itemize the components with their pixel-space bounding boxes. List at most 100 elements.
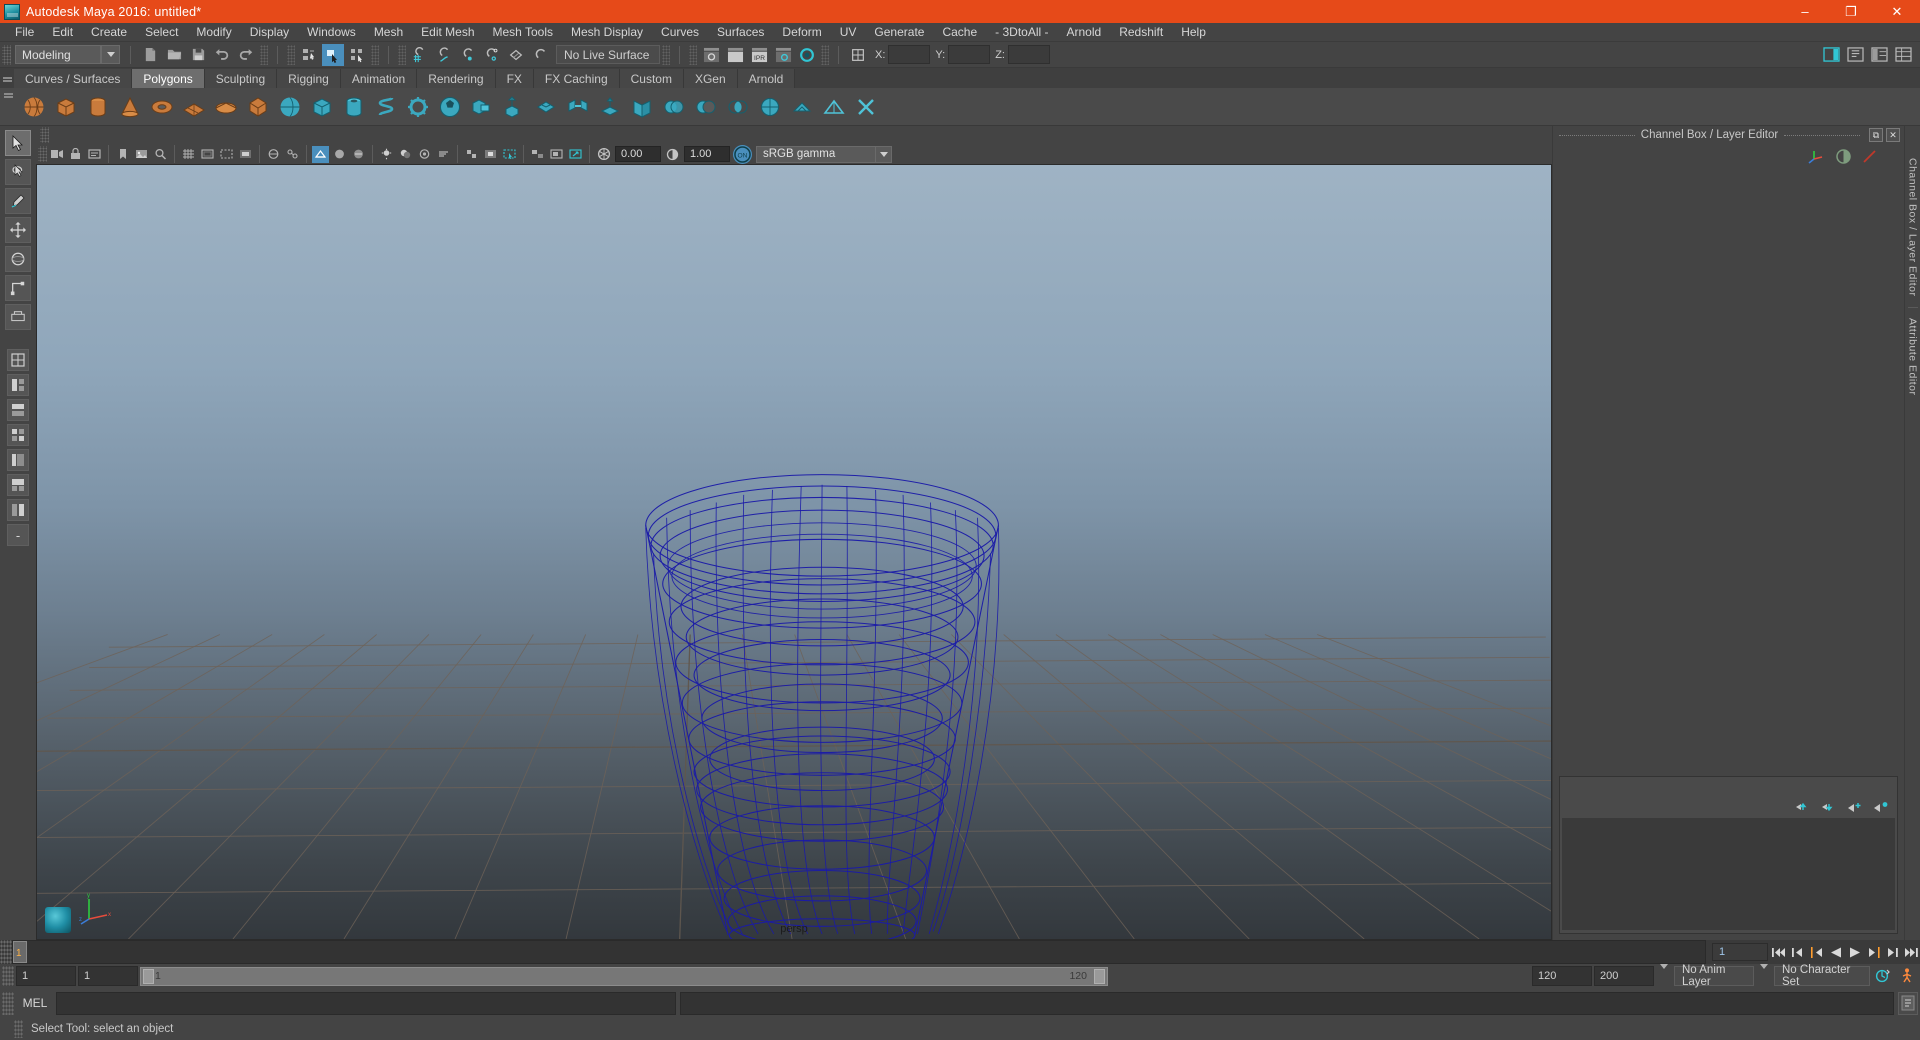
new-scene-icon[interactable] <box>139 44 161 66</box>
menu-edit[interactable]: Edit <box>43 23 82 42</box>
pipe-primitive-icon[interactable] <box>340 93 368 121</box>
shelf-tab-arnold[interactable]: Arnold <box>737 69 796 88</box>
menu-set-selector[interactable]: Modeling <box>15 45 120 64</box>
menu-generate[interactable]: Generate <box>865 23 933 42</box>
character-set-dropdown-arrow[interactable] <box>1760 964 1768 983</box>
command-input-field[interactable] <box>56 991 676 1015</box>
maximize-button[interactable]: ❐ <box>1828 0 1874 23</box>
select-by-hierarchy-icon[interactable] <box>298 44 320 66</box>
snap-to-projected-center-icon[interactable] <box>481 44 503 66</box>
select-tool-icon[interactable] <box>5 130 31 156</box>
close-icon[interactable]: ✕ <box>1886 128 1901 142</box>
screen-space-ao-icon[interactable] <box>416 146 433 163</box>
coord-x-field[interactable] <box>888 45 931 64</box>
render-view-icon[interactable] <box>700 44 722 66</box>
move-layer-up-icon[interactable] <box>1795 801 1811 813</box>
snap-to-curve-icon[interactable] <box>433 44 455 66</box>
coord-z-field[interactable] <box>1007 45 1050 64</box>
poly-combine-icon[interactable] <box>468 93 496 121</box>
toolbar-separator-grip-2[interactable] <box>287 44 295 65</box>
step-forward-frame-icon[interactable] <box>1865 944 1882 961</box>
select-camera-icon[interactable] <box>48 146 65 163</box>
menu-file[interactable]: File <box>6 23 43 42</box>
step-forward-keyframe-icon[interactable] <box>1884 944 1901 961</box>
multisample-icon[interactable] <box>463 146 480 163</box>
render-region-icon[interactable] <box>724 44 746 66</box>
cube-primitive-icon[interactable] <box>308 93 336 121</box>
gear-primitive-icon[interactable] <box>404 93 432 121</box>
sidebar-toggle-icon[interactable] <box>1820 44 1842 66</box>
playback-start-field[interactable]: 1 <box>78 966 138 986</box>
toolbar-separator-grip-7[interactable] <box>821 44 829 65</box>
current-frame-field[interactable]: 1 <box>1712 943 1768 961</box>
poly-disc-icon[interactable] <box>212 93 240 121</box>
layout-outliner-persp-icon[interactable] <box>7 449 29 471</box>
poly-wedge-icon[interactable] <box>628 93 656 121</box>
time-slider-grip[interactable] <box>0 940 12 964</box>
layout-three-panes-icon[interactable] <box>7 399 29 421</box>
shadows-icon[interactable] <box>397 146 414 163</box>
channel-box-icon[interactable] <box>1892 44 1914 66</box>
command-language-label[interactable]: MEL <box>18 996 52 1010</box>
smooth-shade-textured-icon[interactable] <box>350 146 367 163</box>
last-tool-used-icon[interactable] <box>5 304 31 330</box>
minimize-button[interactable]: – <box>1782 0 1828 23</box>
resolution-gate-icon[interactable] <box>218 146 235 163</box>
menu-arnold[interactable]: Arnold <box>1058 23 1111 42</box>
film-gate-icon[interactable] <box>199 146 216 163</box>
play-forwards-icon[interactable] <box>1846 944 1863 961</box>
poly-smooth-icon[interactable] <box>756 93 784 121</box>
live-surface-field[interactable]: No Live Surface <box>556 45 660 64</box>
step-back-keyframe-icon[interactable] <box>1789 944 1806 961</box>
poly-extrude-icon[interactable] <box>500 93 528 121</box>
menu-mesh[interactable]: Mesh <box>365 23 412 42</box>
color-management-selector[interactable]: sRGB gamma <box>756 145 876 163</box>
shelf-tab-custom[interactable]: Custom <box>619 69 684 88</box>
snap-to-grid-icon[interactable] <box>409 44 431 66</box>
auto-keyframe-icon[interactable] <box>1872 965 1894 987</box>
layout-four-panes-icon[interactable] <box>7 424 29 446</box>
snap-to-point-icon[interactable] <box>457 44 479 66</box>
poly-cylinder-icon[interactable] <box>84 93 112 121</box>
range-handle-right[interactable] <box>1094 968 1105 984</box>
hypershade-icon[interactable] <box>796 44 818 66</box>
shape-channels-icon[interactable] <box>1835 148 1852 165</box>
new-layer-from-selected-icon[interactable] <box>1873 801 1889 813</box>
shelf-tab-grip[interactable] <box>0 68 14 88</box>
anim-layer-dropdown-arrow[interactable] <box>1660 964 1668 983</box>
xray-icon[interactable] <box>265 146 282 163</box>
smooth-shade-all-icon[interactable] <box>331 146 348 163</box>
toolbar-separator-grip-4[interactable] <box>398 44 406 65</box>
gamma-icon[interactable] <box>664 146 681 163</box>
anim-end-field[interactable]: 200 <box>1594 966 1654 986</box>
animation-preferences-icon[interactable] <box>1896 965 1918 987</box>
viewport-menu-grip[interactable] <box>40 127 49 143</box>
poly-boolean-intersection-icon[interactable] <box>724 93 752 121</box>
menu-edit-mesh[interactable]: Edit Mesh <box>412 23 483 42</box>
camera-attributes-icon[interactable] <box>86 146 103 163</box>
undock-icon[interactable]: ⧉ <box>1869 128 1884 142</box>
viewport-snapshot-icon[interactable] <box>567 146 584 163</box>
poly-boolean-union-icon[interactable] <box>660 93 688 121</box>
poly-bevel-icon[interactable] <box>532 93 560 121</box>
soccer-ball-icon[interactable] <box>436 93 464 121</box>
menu-select[interactable]: Select <box>136 23 187 42</box>
poly-platonic-icon[interactable] <box>244 93 272 121</box>
viewport-toolbar-grip[interactable] <box>38 146 47 162</box>
poly-triangulate-icon[interactable] <box>820 93 848 121</box>
current-time-indicator[interactable]: 1 <box>13 941 27 963</box>
poly-sphere-icon[interactable] <box>20 93 48 121</box>
toolbar-separator-grip-3[interactable] <box>371 44 379 65</box>
select-by-component-icon[interactable] <box>346 44 368 66</box>
play-backwards-icon[interactable] <box>1827 944 1844 961</box>
toolbar-separator-grip[interactable] <box>260 44 268 65</box>
poly-append-icon[interactable] <box>596 93 624 121</box>
exposure-icon[interactable] <box>595 146 612 163</box>
time-slider-track[interactable]: 1 <box>12 940 1706 964</box>
shelf-tab-fx-caching[interactable]: FX Caching <box>533 69 620 88</box>
move-tool-icon[interactable] <box>5 217 31 243</box>
layout-more-icon[interactable]: - <box>7 524 29 546</box>
make-live-icon[interactable] <box>529 44 551 66</box>
menu-modify[interactable]: Modify <box>187 23 240 42</box>
menu-windows[interactable]: Windows <box>298 23 365 42</box>
